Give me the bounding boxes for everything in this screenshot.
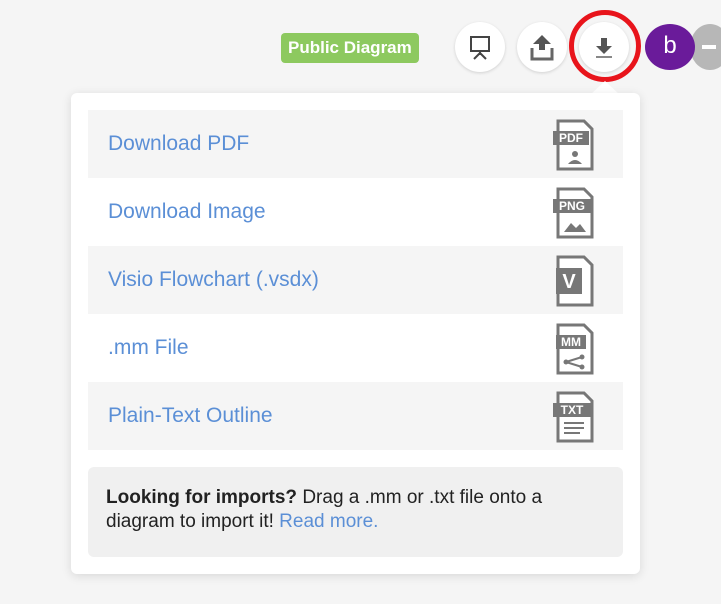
download-menu: Download PDF PDF Download Image PNG Visi… (88, 110, 623, 450)
imports-note: Looking for imports? Drag a .mm or .txt … (88, 467, 623, 557)
download-highlight-ring (569, 10, 641, 82)
read-more-link[interactable]: Read more. (279, 511, 378, 532)
visio-flowchart-item[interactable]: Visio Flowchart (.vsdx) V (88, 246, 623, 314)
plain-text-outline-item[interactable]: Plain-Text Outline TXT (88, 382, 623, 450)
svg-text:V: V (562, 271, 576, 293)
mm-file-icon: MM (556, 323, 594, 375)
svg-text:MM: MM (561, 335, 581, 349)
share-button[interactable] (517, 22, 567, 72)
menu-item-label: Download PDF (108, 132, 250, 155)
svg-text:PDF: PDF (559, 131, 583, 145)
upload-icon (530, 35, 554, 61)
menu-item-label: Download Image (108, 200, 266, 223)
pdf-file-icon: PDF (553, 119, 594, 171)
presentation-icon (470, 36, 490, 60)
download-pdf-item[interactable]: Download PDF PDF (88, 110, 623, 178)
png-file-icon: PNG (553, 187, 594, 239)
menu-item-label: Plain-Text Outline (108, 404, 273, 427)
svg-text:TXT: TXT (561, 403, 584, 417)
txt-file-icon: TXT (553, 391, 594, 443)
menu-item-label: .mm File (108, 336, 189, 359)
top-toolbar: Public Diagram b (0, 0, 721, 92)
visio-file-icon: V (556, 255, 594, 307)
imports-note-heading: Looking for imports? (106, 487, 298, 508)
svg-text:PNG: PNG (559, 199, 585, 213)
download-image-item[interactable]: Download Image PNG (88, 178, 623, 246)
menu-item-label: Visio Flowchart (.vsdx) (108, 268, 319, 291)
mm-file-item[interactable]: .mm File MM (88, 314, 623, 382)
user-avatar[interactable]: b (645, 24, 695, 70)
public-diagram-badge[interactable]: Public Diagram (281, 33, 419, 63)
present-button[interactable] (455, 22, 505, 72)
